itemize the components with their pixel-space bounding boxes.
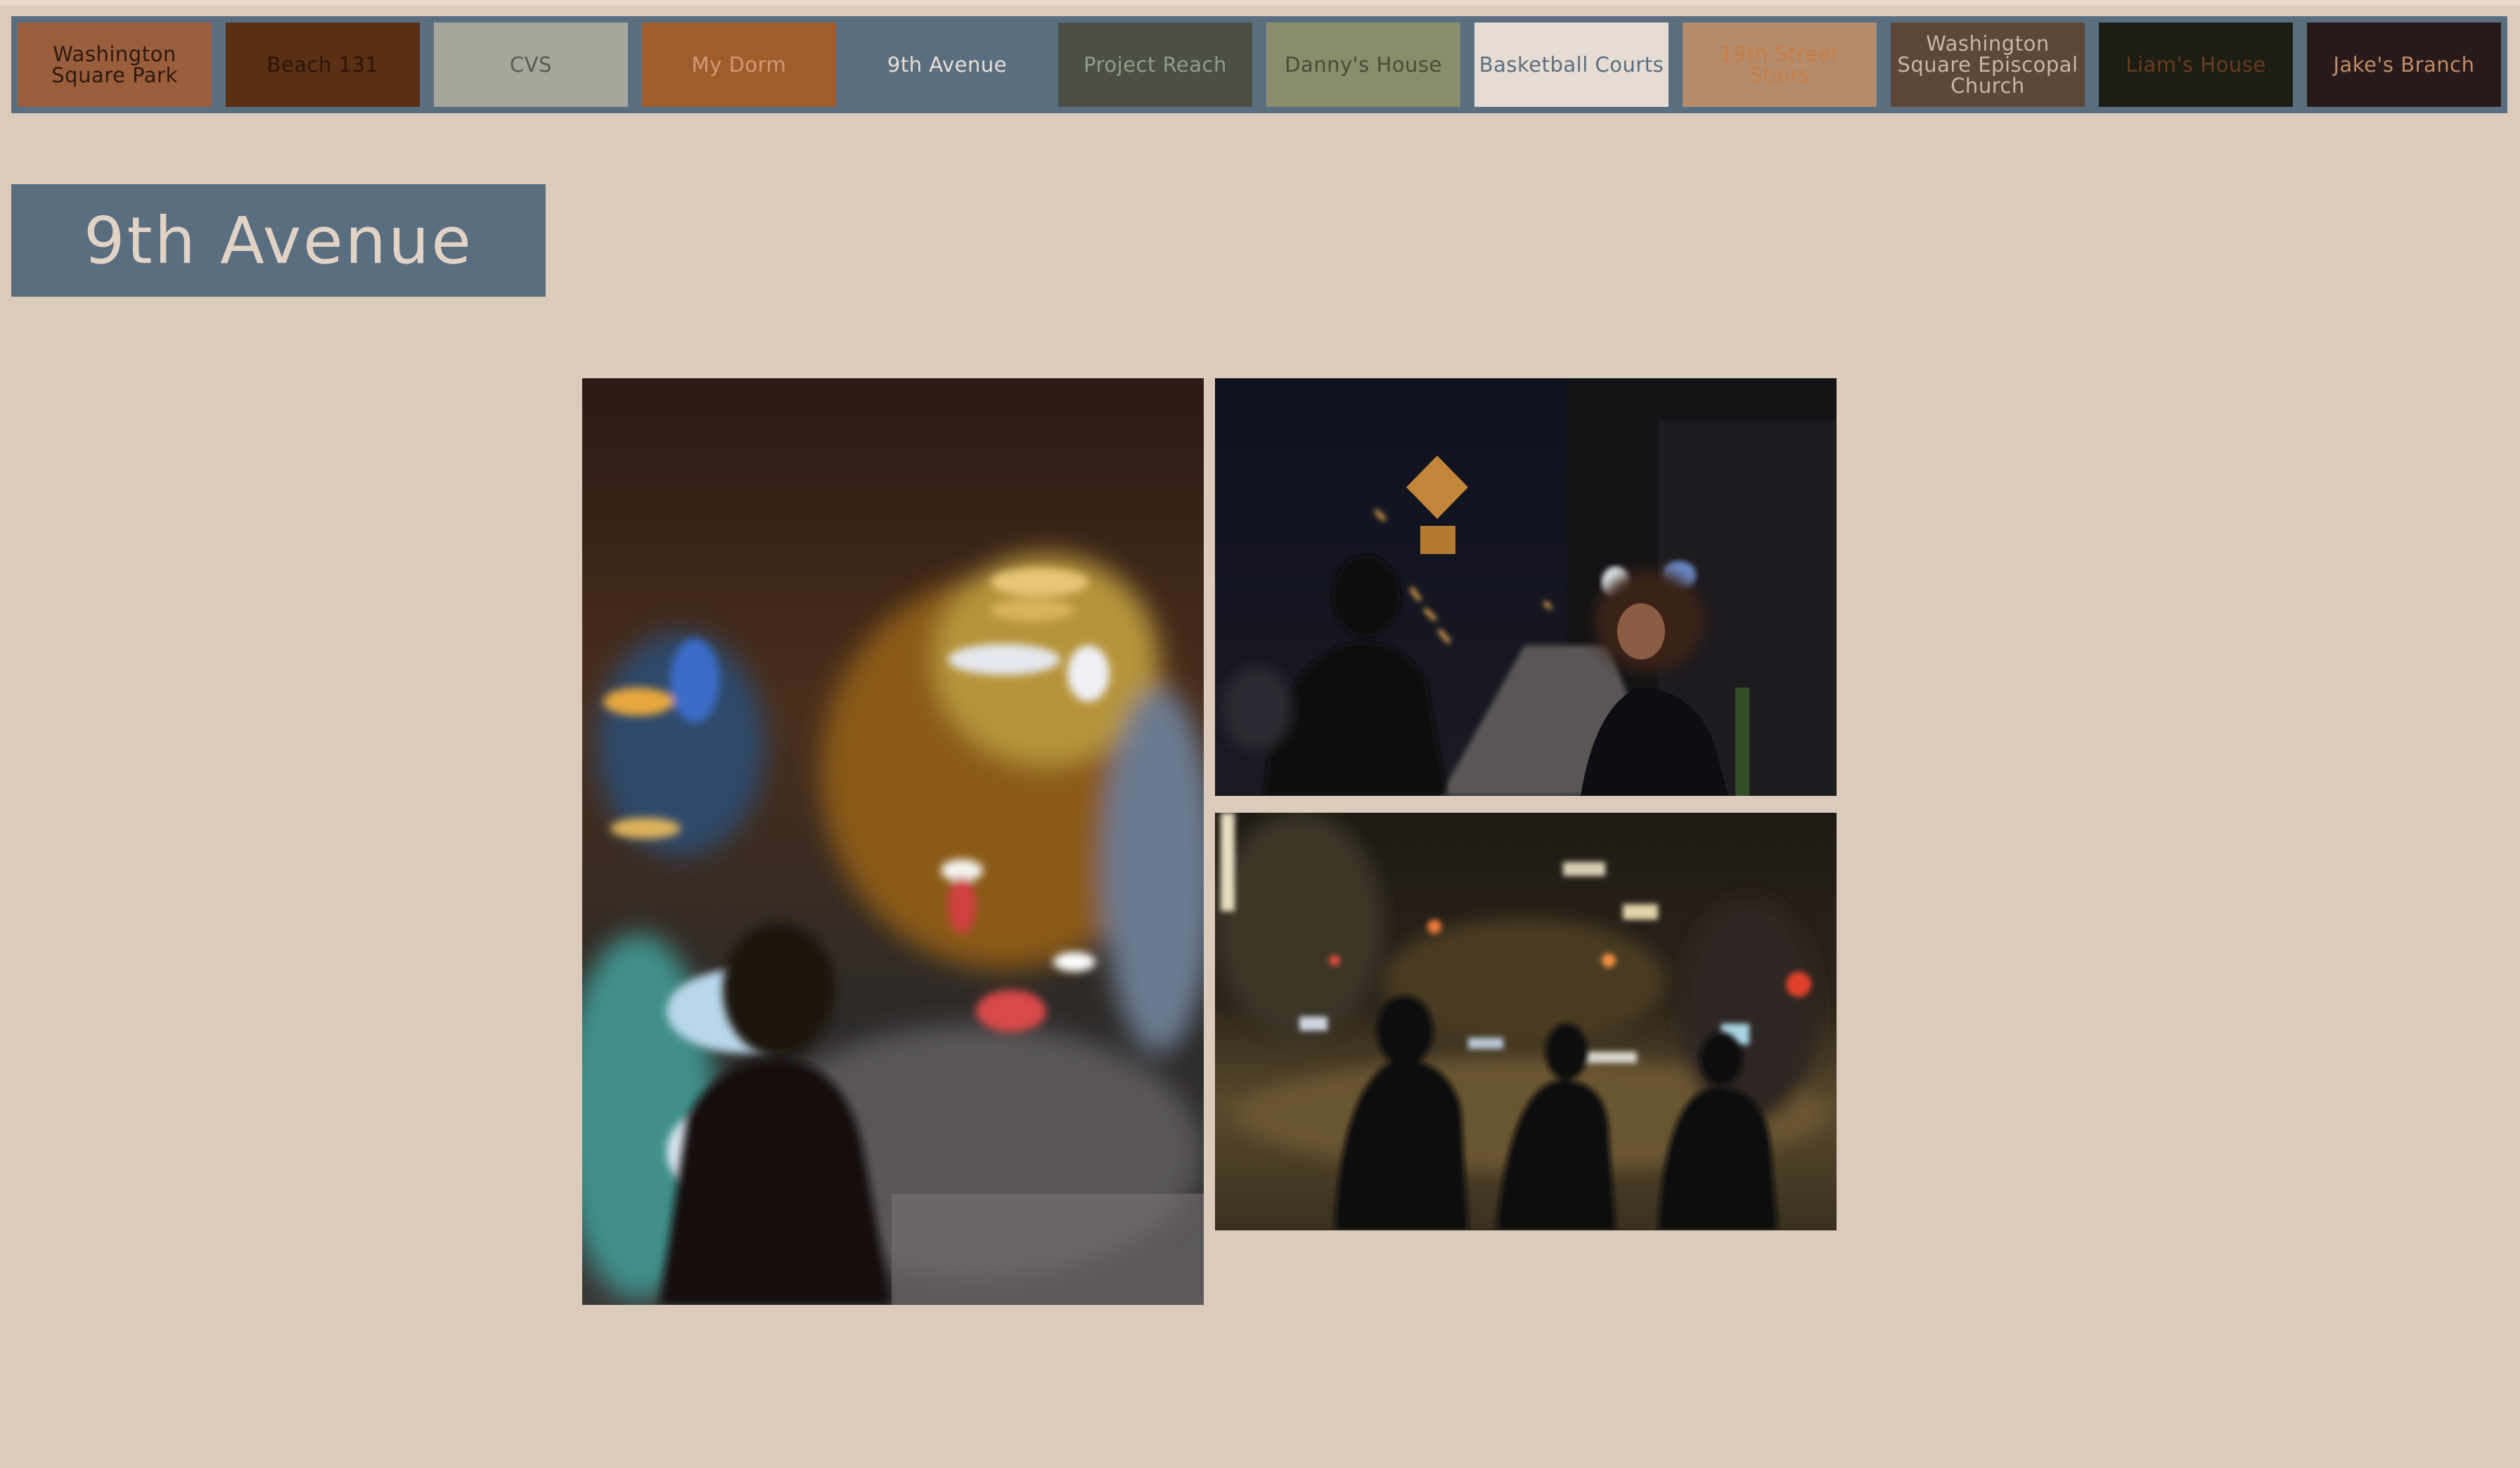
nav-item-beach-131[interactable]: Beach 131 xyxy=(226,22,420,107)
page-title-banner: 9th Avenue xyxy=(11,184,546,297)
nav-item-basketball-courts[interactable]: Basketball Courts xyxy=(1474,22,1669,107)
intersection-night-silhouettes-photo[interactable] xyxy=(1215,813,1837,1230)
nav-item-9th-avenue[interactable]: 9th Avenue xyxy=(850,22,1044,107)
nav-item-washington-square-park[interactable]: Washington Square Park xyxy=(18,22,212,107)
nav-item-19th-street-stairs[interactable]: 19th Street Stairs xyxy=(1683,22,1877,107)
nav-item-cvs[interactable]: CVS xyxy=(434,22,628,107)
location-navbar: Washington Square Park Beach 131 CVS My … xyxy=(11,16,2507,113)
nav-item-liams-house[interactable]: Liam's House xyxy=(2099,22,2293,107)
nav-item-washington-square-episcopal-church[interactable]: Washington Square Episcopal Church xyxy=(1891,22,2085,107)
nav-item-my-dorm[interactable]: My Dorm xyxy=(642,22,836,107)
page-title: 9th Avenue xyxy=(84,202,473,278)
nav-item-dannys-house[interactable]: Danny's House xyxy=(1266,22,1460,107)
blurred-city-lights-photo[interactable] xyxy=(582,378,1204,1305)
street-night-figures-photo[interactable] xyxy=(1215,378,1837,796)
top-accent-line xyxy=(0,0,2520,6)
nav-item-project-reach[interactable]: Project Reach xyxy=(1058,22,1252,107)
nav-item-jakes-branch[interactable]: Jake's Branch xyxy=(2307,22,2501,107)
